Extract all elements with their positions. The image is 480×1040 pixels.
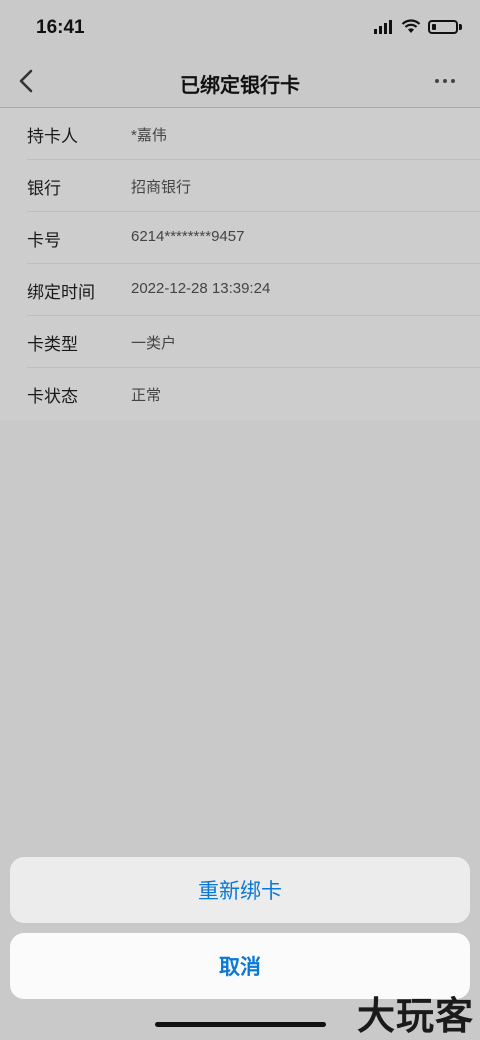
card-info-list: 持卡人 *嘉伟 银行 招商银行 卡号 6214********9457 绑定时间…	[0, 108, 480, 420]
more-horizontal-icon	[435, 79, 439, 83]
page-title: 已绑定银行卡	[180, 75, 300, 97]
nav-bar: 已绑定银行卡	[0, 56, 480, 108]
card-info-row-bank: 银行 招商银行	[27, 160, 480, 212]
battery-level	[432, 23, 436, 30]
holder-label: 持卡人	[27, 127, 78, 146]
bank-value: 招商银行	[131, 179, 192, 196]
signal-icon	[374, 19, 392, 34]
card-status-value: 正常	[131, 387, 162, 404]
more-button[interactable]	[430, 68, 460, 94]
rebind-card-button[interactable]: 重新绑卡	[10, 857, 470, 923]
watermark-logo: 大玩客	[356, 996, 474, 1038]
card-info-row-type: 卡类型 一类户	[27, 316, 480, 368]
more-horizontal-icon	[451, 79, 455, 83]
battery-cap	[459, 23, 462, 30]
bind-time-value: 2022-12-28 13:39:24	[131, 280, 271, 297]
card-number-value: 6214********9457	[131, 228, 245, 245]
more-horizontal-icon	[443, 79, 447, 83]
card-number-label: 卡号	[27, 231, 61, 250]
home-indicator	[155, 1022, 326, 1027]
status-icons	[374, 19, 462, 34]
card-status-label: 卡状态	[27, 387, 78, 406]
status-time: 16:41	[36, 17, 85, 38]
card-type-label: 卡类型	[27, 335, 78, 354]
bank-label: 银行	[27, 179, 61, 198]
wifi-icon	[401, 19, 421, 33]
card-info-row-status: 卡状态 正常	[27, 368, 480, 419]
card-info-row-holder: 持卡人 *嘉伟	[27, 108, 480, 160]
card-type-value: 一类户	[131, 335, 177, 352]
status-bar: 16:41	[0, 0, 480, 56]
holder-value: *嘉伟	[131, 127, 167, 144]
card-info-row-bind-time: 绑定时间 2022-12-28 13:39:24	[27, 264, 480, 316]
card-info-row-number: 卡号 6214********9457	[27, 212, 480, 264]
battery-icon	[428, 19, 458, 34]
bind-time-label: 绑定时间	[27, 283, 95, 302]
